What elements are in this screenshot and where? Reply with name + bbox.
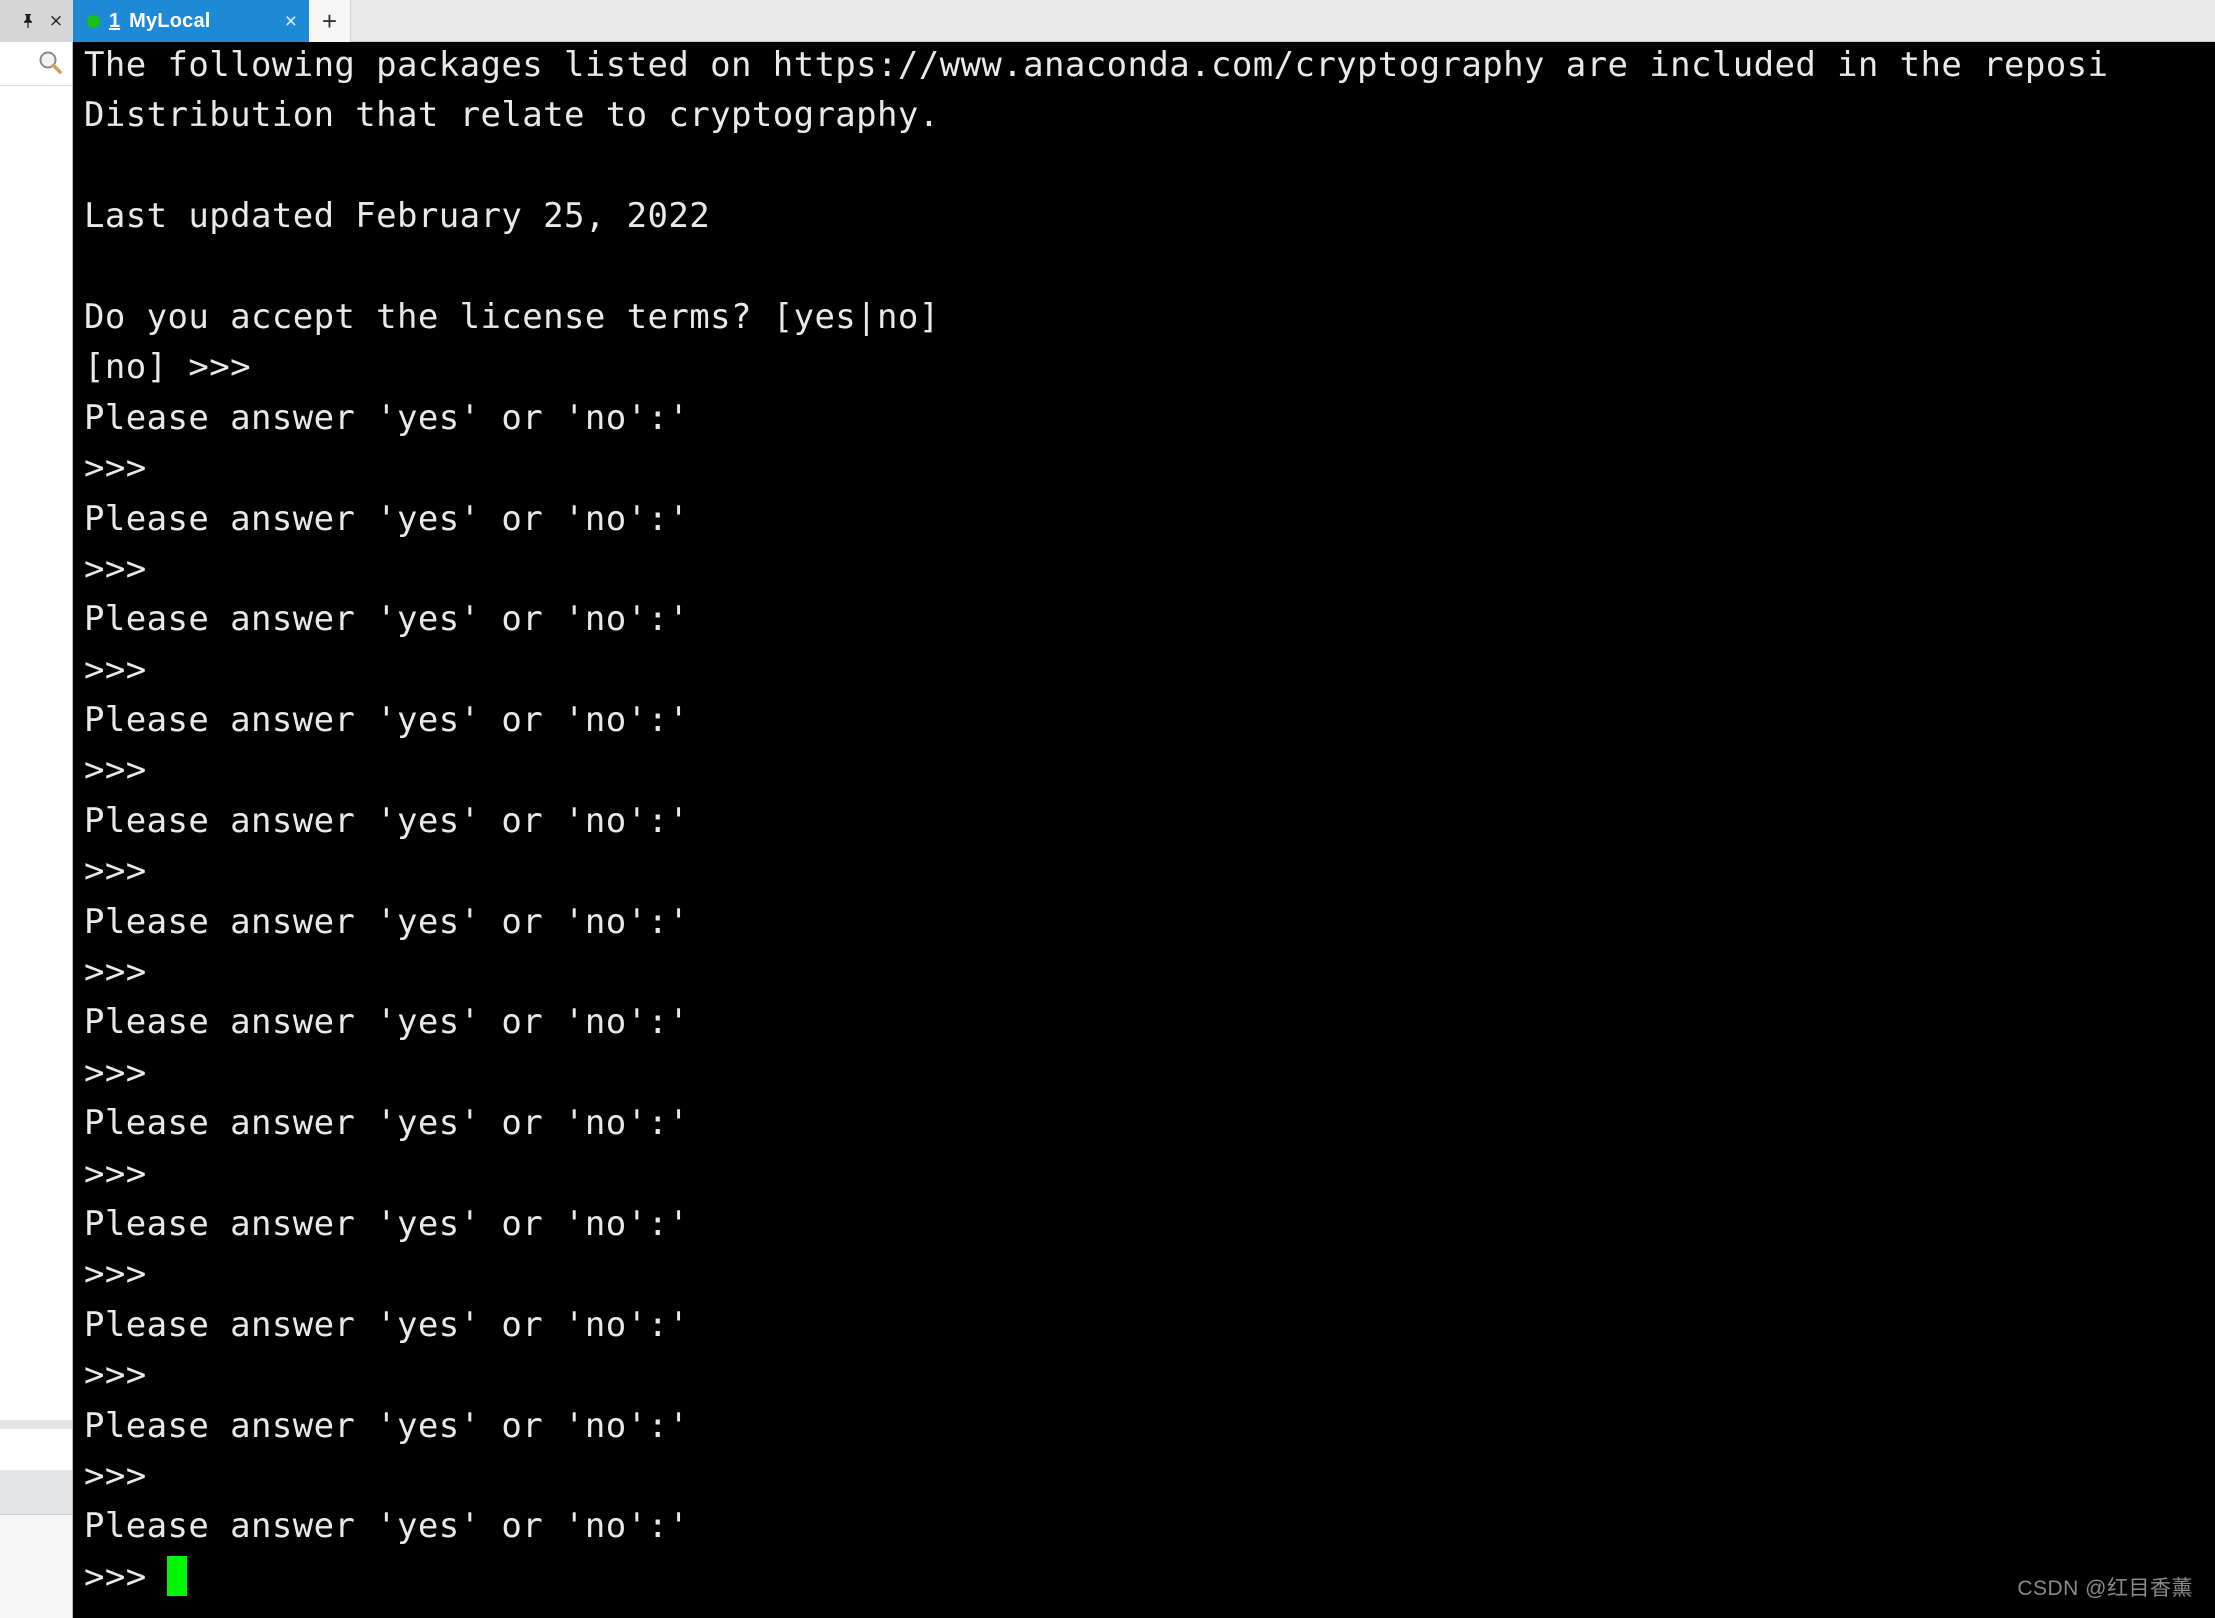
terminal-line: >>> bbox=[84, 1254, 168, 1295]
tab-mylocal[interactable]: 1 MyLocal × bbox=[73, 0, 309, 42]
terminal-line: Last updated February 25, 2022 bbox=[84, 196, 711, 237]
terminal-app-window: × 1 MyLocal × + The following packages l… bbox=[0, 0, 2215, 1618]
left-sidebar bbox=[0, 42, 73, 1618]
terminal-line: Please answer 'yes' or 'no':' bbox=[84, 901, 690, 942]
terminal-line: Please answer 'yes' or 'no':' bbox=[84, 1103, 690, 1144]
tab-strip: 1 MyLocal × + bbox=[73, 0, 351, 42]
terminal-line: >>> bbox=[84, 448, 168, 489]
terminal-line: Please answer 'yes' or 'no':' bbox=[84, 700, 690, 741]
tab-title-label: MyLocal bbox=[129, 9, 211, 32]
watermark-label: CSDN @红目香薰 bbox=[2017, 1577, 2193, 1600]
search-icon[interactable] bbox=[37, 49, 63, 79]
terminal-line: The following packages listed on https:/… bbox=[84, 45, 2109, 85]
window-close-icon[interactable]: × bbox=[47, 12, 65, 30]
tab-index-label: 1 bbox=[109, 9, 121, 32]
terminal-output-pane[interactable]: The following packages listed on https:/… bbox=[73, 42, 2215, 1618]
terminal-line: >>> bbox=[84, 851, 168, 892]
terminal-line: >>> bbox=[84, 1455, 168, 1496]
terminal-line: >>> bbox=[84, 1355, 168, 1396]
terminal-line: >>> bbox=[84, 1153, 168, 1194]
tab-status-dot bbox=[87, 14, 100, 28]
terminal-line: >>> bbox=[84, 952, 168, 993]
sidebar-divider-1 bbox=[0, 1420, 72, 1429]
terminal-line: Distribution that relate to cryptography… bbox=[84, 95, 940, 136]
terminal-line: Do you accept the license terms? [yes|no… bbox=[84, 296, 940, 337]
sidebar-footer-area bbox=[0, 1515, 72, 1618]
terminal-line: Please answer 'yes' or 'no':' bbox=[84, 1506, 690, 1547]
pin-icon[interactable] bbox=[19, 12, 37, 30]
terminal-line: Please answer 'yes' or 'no':' bbox=[84, 1002, 690, 1043]
terminal-text-buffer: The following packages listed on https:/… bbox=[84, 42, 2108, 1602]
terminal-line: >>> bbox=[84, 649, 168, 690]
terminal-line: >>> bbox=[84, 1552, 2108, 1602]
terminal-line: >>> bbox=[84, 750, 168, 791]
tab-close-icon[interactable]: × bbox=[267, 11, 297, 32]
terminal-line: Please answer 'yes' or 'no':' bbox=[84, 1304, 690, 1345]
new-tab-button[interactable]: + bbox=[309, 0, 351, 42]
terminal-line: Please answer 'yes' or 'no':' bbox=[84, 498, 690, 539]
terminal-line: [no] >>> bbox=[84, 347, 272, 388]
terminal-line: Please answer 'yes' or 'no':' bbox=[84, 1203, 690, 1244]
window-tools: × bbox=[0, 0, 73, 42]
sidebar-search-row[interactable] bbox=[0, 42, 72, 86]
sidebar-panel-block[interactable] bbox=[0, 1470, 72, 1515]
title-bar: × 1 MyLocal × + bbox=[0, 0, 2215, 42]
terminal-line: >>> bbox=[84, 1052, 168, 1093]
terminal-line: Please answer 'yes' or 'no':' bbox=[84, 1405, 690, 1446]
terminal-line: Please answer 'yes' or 'no':' bbox=[84, 397, 690, 438]
terminal-line: >>> bbox=[84, 548, 168, 589]
terminal-cursor bbox=[167, 1555, 188, 1596]
terminal-line: Please answer 'yes' or 'no':' bbox=[84, 599, 690, 640]
terminal-line: Please answer 'yes' or 'no':' bbox=[84, 800, 690, 841]
